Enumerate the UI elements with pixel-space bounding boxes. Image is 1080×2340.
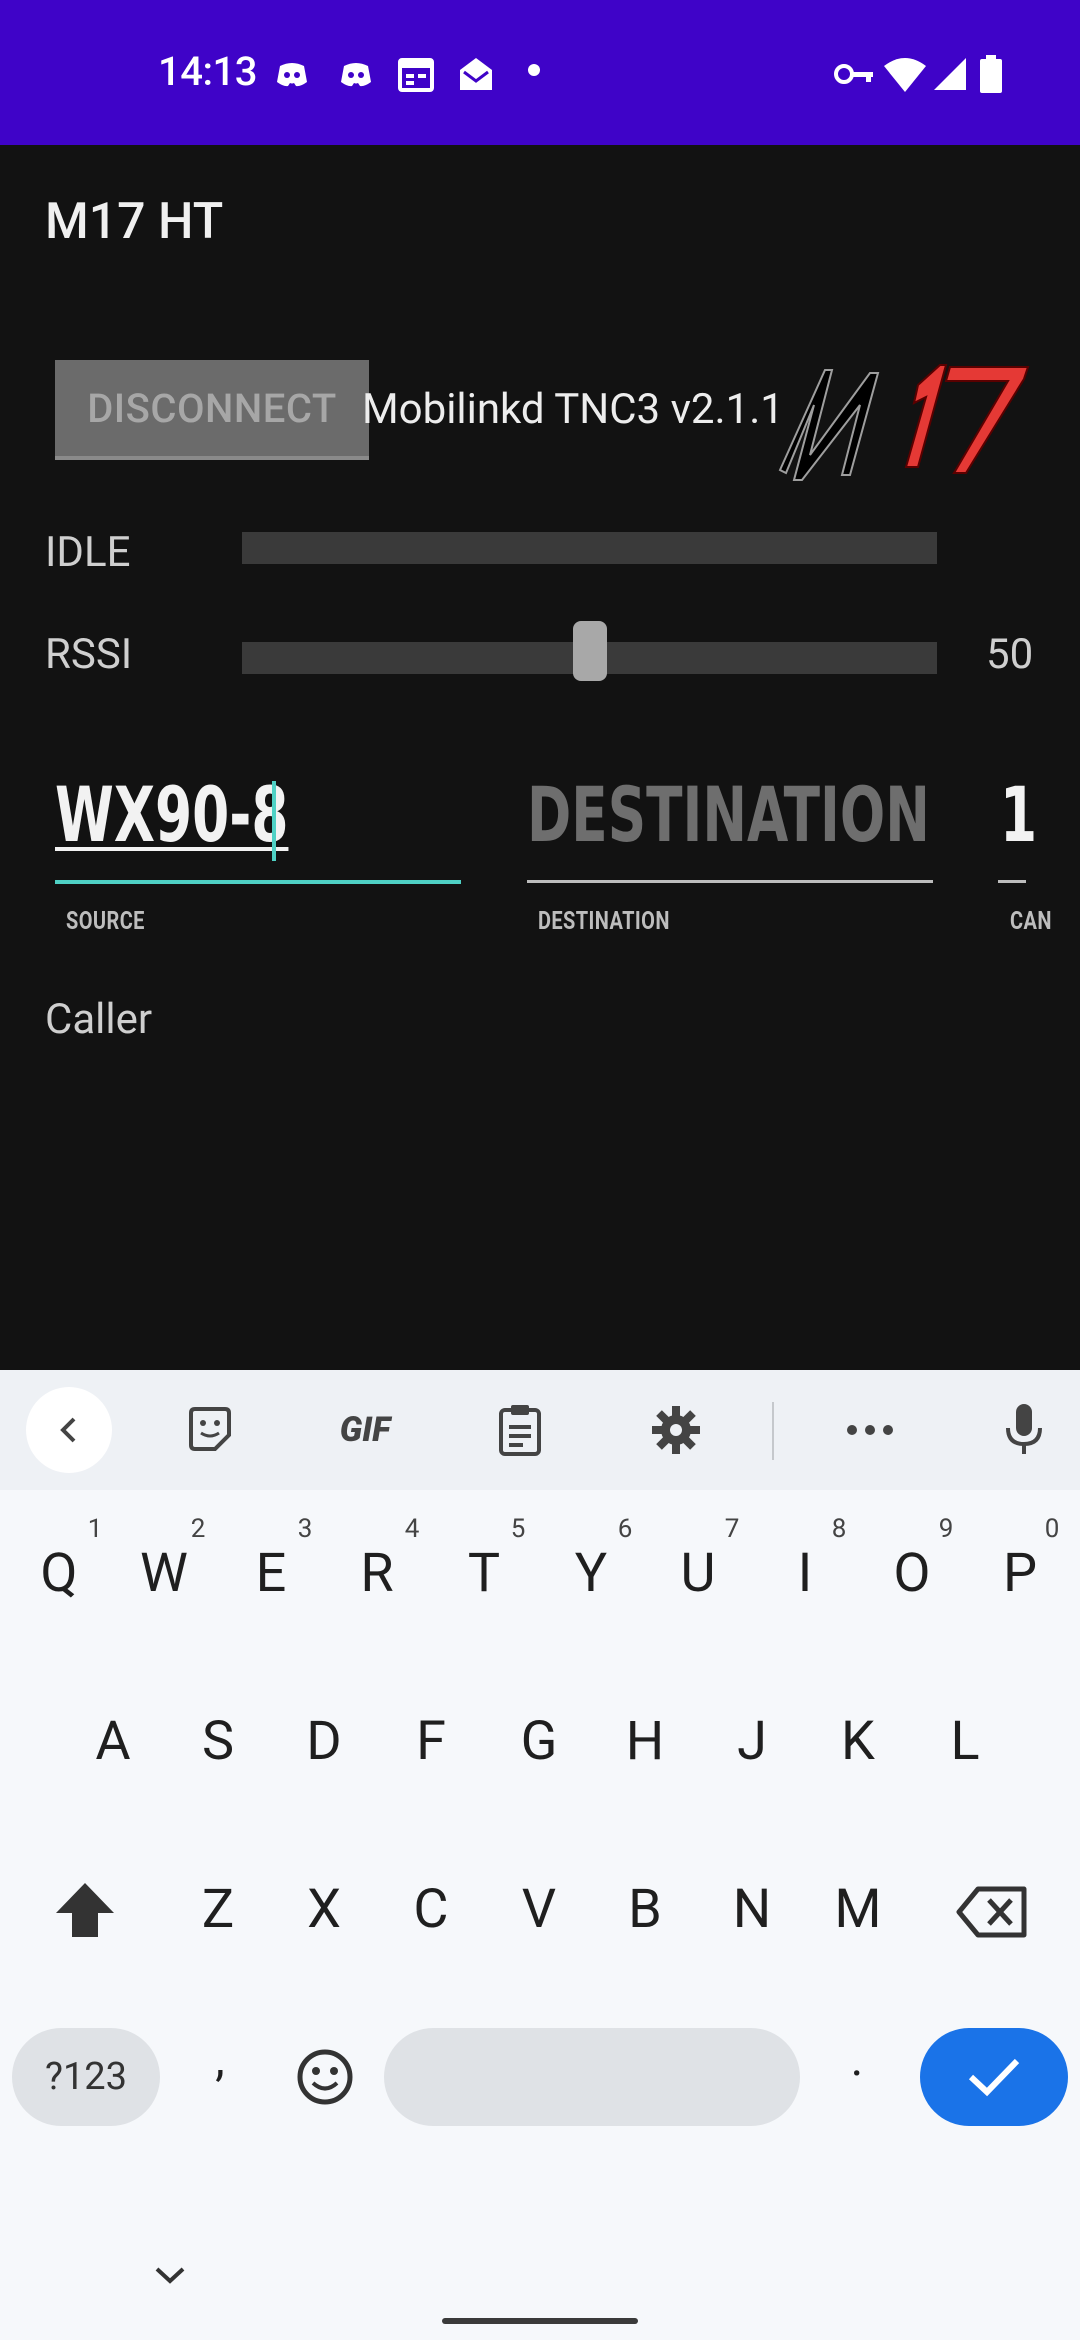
gear-icon [652, 1406, 700, 1454]
key-d[interactable]: D [279, 1710, 369, 1773]
symbols-key[interactable]: ?123 [12, 2028, 160, 2126]
key-j[interactable]: J [707, 1710, 797, 1773]
comma-key[interactable]: , [175, 2030, 265, 2087]
period-key[interactable]: . [812, 2030, 902, 2087]
key-v[interactable]: V [494, 1878, 584, 1941]
key-a[interactable]: A [68, 1710, 158, 1773]
source-label: SOURCE [66, 907, 145, 936]
key-u[interactable]: U [653, 1542, 743, 1605]
app-title: M17 HT [45, 193, 224, 251]
key-hint: 4 [404, 1514, 420, 1544]
key-hint: 0 [1044, 1514, 1060, 1544]
emoji-key[interactable] [290, 2042, 360, 2112]
gif-button[interactable]: GIF [325, 1400, 405, 1460]
destination-input[interactable]: DESTINATION [527, 770, 930, 859]
check-icon [968, 2058, 1020, 2097]
spacebar[interactable] [384, 2028, 800, 2126]
vpn-key-icon [834, 64, 873, 84]
key-hint: 2 [190, 1514, 206, 1544]
status-time: 14:13 [158, 48, 257, 95]
key-r[interactable]: R [332, 1542, 422, 1605]
signal-icon [934, 58, 966, 90]
source-input[interactable]: WX90-8 [55, 770, 288, 859]
key-q[interactable]: Q [14, 1542, 104, 1605]
rssi-slider-thumb[interactable] [573, 621, 607, 681]
mail-open-icon [460, 58, 492, 90]
hide-keyboard-button[interactable] [150, 2260, 190, 2290]
clipboard-button[interactable] [490, 1400, 550, 1460]
key-hint: 8 [831, 1514, 847, 1544]
discord-icon [341, 63, 371, 87]
idle-label: IDLE [45, 528, 131, 577]
backspace-key[interactable] [950, 1882, 1034, 1942]
key-hint: 1 [87, 1514, 103, 1544]
key-hint: 7 [724, 1514, 740, 1544]
key-k[interactable]: K [813, 1710, 903, 1773]
clipboard-icon [499, 1405, 541, 1456]
text-cursor [272, 781, 276, 861]
source-underline [55, 880, 461, 884]
chevron-left-icon [60, 1417, 76, 1443]
key-b[interactable]: B [600, 1878, 690, 1941]
key-i[interactable]: I [760, 1542, 850, 1605]
gesture-nav-handle[interactable] [442, 2318, 638, 2324]
key-hint: 9 [938, 1514, 954, 1544]
discord-icon [277, 63, 307, 87]
key-x[interactable]: X [279, 1878, 369, 1941]
rssi-label: RSSI [45, 630, 133, 679]
key-c[interactable]: C [386, 1878, 476, 1941]
sticker-icon [189, 1407, 231, 1451]
key-p[interactable]: P [975, 1542, 1065, 1605]
app-content: M17 HT DISCONNECT Mobilinkd TNC3 v2.1.1 … [0, 145, 1080, 1370]
destination-underline [527, 880, 933, 883]
calendar-icon [398, 58, 434, 92]
key-e[interactable]: E [226, 1542, 316, 1605]
idle-bar [242, 532, 937, 564]
sticker-button[interactable] [180, 1400, 240, 1460]
key-hint: 6 [617, 1514, 633, 1544]
battery-icon [980, 55, 1002, 93]
key-t[interactable]: T [439, 1542, 529, 1605]
key-hint: 5 [510, 1514, 526, 1544]
key-o[interactable]: O [867, 1542, 957, 1605]
rssi-value: 50 [986, 630, 1034, 679]
shift-key[interactable] [45, 1875, 125, 1945]
key-n[interactable]: N [707, 1878, 797, 1941]
voice-input-button[interactable] [994, 1400, 1054, 1460]
enter-key[interactable] [920, 2028, 1068, 2126]
key-l[interactable]: L [920, 1710, 1010, 1773]
microphone-icon [1006, 1404, 1042, 1454]
key-f[interactable]: F [386, 1710, 476, 1773]
can-input[interactable]: 1 [1000, 770, 1037, 859]
shift-icon [56, 1883, 114, 1937]
m17-logo [778, 364, 1030, 481]
key-hint: 3 [297, 1514, 313, 1544]
can-underline [998, 880, 1026, 883]
wifi-icon [884, 58, 926, 92]
more-button[interactable] [840, 1400, 900, 1460]
more-horizontal-icon [847, 1425, 893, 1435]
can-label: CAN [1010, 907, 1052, 936]
key-g[interactable]: G [494, 1710, 584, 1773]
device-name: Mobilinkd TNC3 v2.1.1 [362, 385, 784, 434]
key-w[interactable]: W [119, 1542, 209, 1605]
keyboard: GIF 1 2 3 4 5 6 7 8 9 0 Q W E R T Y U I [0, 1370, 1080, 2340]
key-z[interactable]: Z [173, 1878, 263, 1941]
disconnect-button[interactable]: DISCONNECT [55, 360, 369, 460]
key-h[interactable]: H [600, 1710, 690, 1773]
key-s[interactable]: S [173, 1710, 263, 1773]
destination-label: DESTINATION [538, 907, 670, 936]
toolbar-divider [772, 1402, 774, 1460]
status-bar: 14:13 [0, 0, 1080, 145]
key-m[interactable]: M [813, 1878, 903, 1941]
collapse-toolbar-button[interactable] [26, 1387, 112, 1473]
chevron-down-icon [155, 2267, 185, 2284]
backspace-icon [956, 1886, 1027, 1938]
settings-button[interactable] [646, 1400, 706, 1460]
key-y[interactable]: Y [546, 1542, 636, 1605]
notification-dot-icon [528, 64, 540, 76]
keyboard-toolbar: GIF [0, 1370, 1080, 1490]
caller-label: Caller [45, 995, 153, 1044]
emoji-icon [297, 2049, 353, 2105]
